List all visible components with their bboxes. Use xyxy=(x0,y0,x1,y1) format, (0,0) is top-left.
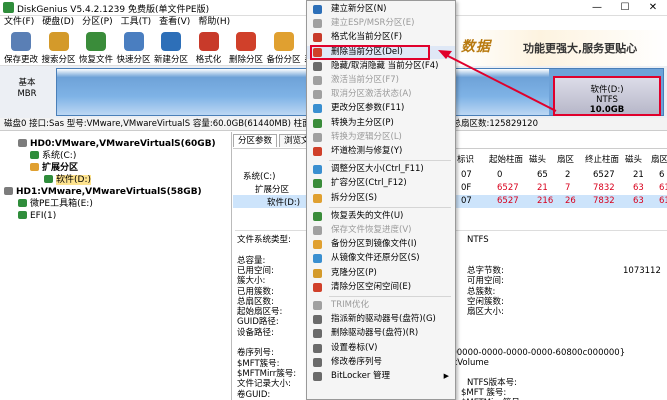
annotation-arrow xyxy=(438,50,557,112)
diskgenius-window: DiskGenius V5.4.2.1239 免费版(单文件PE版) — ☐ ✕… xyxy=(0,0,667,400)
